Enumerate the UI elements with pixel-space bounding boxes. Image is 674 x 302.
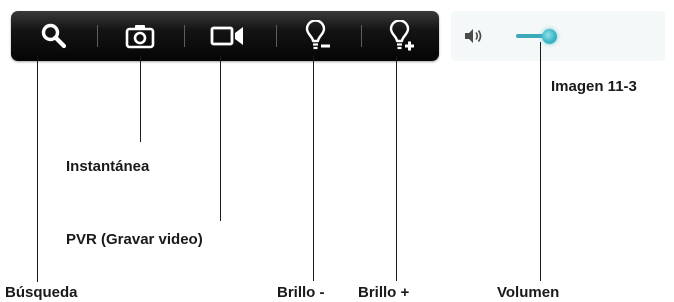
record-video-button[interactable] xyxy=(197,11,259,61)
toolbar-separator xyxy=(184,25,185,47)
label-volumen: Volumen xyxy=(497,284,560,301)
video-toolbar xyxy=(11,11,439,61)
camera-icon xyxy=(125,23,155,49)
video-camera-icon xyxy=(210,25,246,47)
speaker-icon[interactable] xyxy=(462,25,486,47)
leader-line-busqueda xyxy=(37,56,38,282)
leader-line-volumen xyxy=(540,42,541,281)
toolbar-separator xyxy=(97,25,98,47)
bulb-minus-icon xyxy=(302,20,332,52)
label-pvr: PVR (Gravar video) xyxy=(66,231,203,248)
leader-line-brillo-menos xyxy=(313,56,314,281)
label-instantanea: Instantánea xyxy=(66,158,150,175)
volume-slider-knob[interactable] xyxy=(542,29,557,44)
label-brillo-mas: Brillo + xyxy=(358,284,410,301)
brightness-down-button[interactable] xyxy=(286,11,348,61)
brightness-up-button[interactable] xyxy=(370,11,432,61)
bulb-plus-icon xyxy=(386,20,416,52)
figure-caption: Imagen 11-3 xyxy=(551,78,637,95)
toolbar-separator xyxy=(276,25,277,47)
snapshot-button[interactable] xyxy=(109,11,171,61)
search-button[interactable] xyxy=(23,11,85,61)
label-brillo-menos: Brillo - xyxy=(277,284,325,301)
label-busqueda: Búsqueda xyxy=(5,284,78,301)
leader-line-pvr xyxy=(220,56,221,221)
leader-line-instantanea xyxy=(140,56,141,142)
leader-line-brillo-mas xyxy=(396,56,397,281)
search-icon xyxy=(40,22,68,50)
toolbar-separator xyxy=(361,25,362,47)
